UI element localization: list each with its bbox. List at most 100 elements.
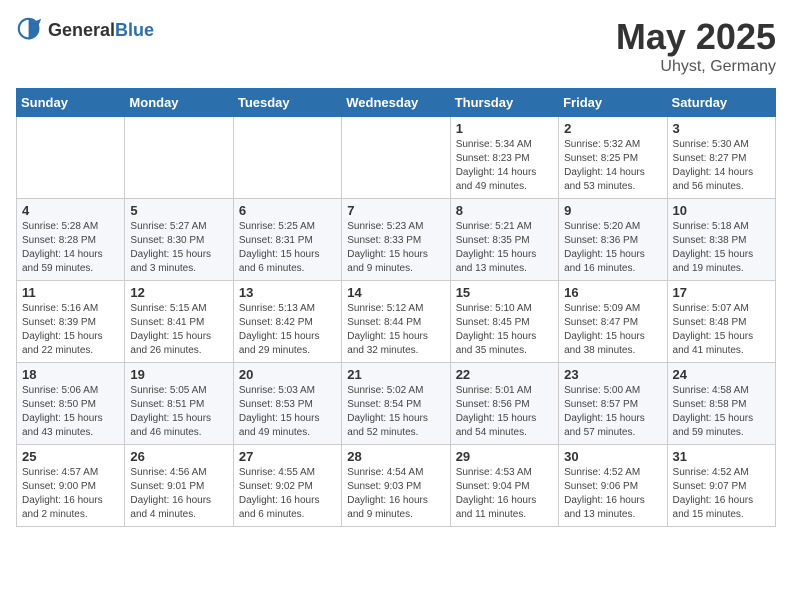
day-info: Sunrise: 4:55 AM Sunset: 9:02 PM Dayligh…: [239, 466, 336, 522]
calendar-day-23: 23 Sunrise: 5:00 AM Sunset: 8:57 PM Dayli…: [559, 363, 667, 445]
calendar-day-31: 31 Sunrise: 4:52 AM Sunset: 9:07 PM Dayli…: [667, 445, 775, 527]
day-info: Sunrise: 5:30 AM Sunset: 8:27 PM Dayligh…: [673, 138, 770, 194]
day-info: Sunrise: 5:09 AM Sunset: 8:47 PM Dayligh…: [564, 302, 661, 358]
day-number: 31: [673, 449, 770, 464]
day-info: Sunrise: 5:13 AM Sunset: 8:42 PM Dayligh…: [239, 302, 336, 358]
calendar-day-13: 13 Sunrise: 5:13 AM Sunset: 8:42 PM Dayli…: [233, 281, 341, 363]
calendar-day-26: 26 Sunrise: 4:56 AM Sunset: 9:01 PM Dayli…: [125, 445, 233, 527]
weekday-header-tuesday: Tuesday: [233, 89, 341, 117]
calendar-day-14: 14 Sunrise: 5:12 AM Sunset: 8:44 PM Dayli…: [342, 281, 450, 363]
calendar-day-1: 1Sunrise: 5:34 AM Sunset: 8:23 PM Daylig…: [450, 117, 558, 199]
calendar-day-4: 4Sunrise: 5:28 AM Sunset: 8:28 PM Daylig…: [17, 199, 125, 281]
day-info: Sunrise: 5:00 AM Sunset: 8:57 PM Dayligh…: [564, 384, 661, 440]
day-info: Sunrise: 5:12 AM Sunset: 8:44 PM Dayligh…: [347, 302, 444, 358]
calendar-empty-cell: [125, 117, 233, 199]
logo: GeneralBlue: [16, 16, 154, 44]
day-info: Sunrise: 5:05 AM Sunset: 8:51 PM Dayligh…: [130, 384, 227, 440]
day-number: 18: [22, 367, 119, 382]
calendar-header: SundayMondayTuesdayWednesdayThursdayFrid…: [17, 89, 776, 117]
calendar-week-5: 25Sunrise: 4:57 AM Sunset: 9:00 PM Dayli…: [17, 445, 776, 527]
day-info: Sunrise: 5:10 AM Sunset: 8:45 PM Dayligh…: [456, 302, 553, 358]
calendar-day-7: 7Sunrise: 5:23 AM Sunset: 8:33 PM Daylig…: [342, 199, 450, 281]
day-number: 21: [347, 367, 444, 382]
weekday-header-monday: Monday: [125, 89, 233, 117]
calendar-empty-cell: [17, 117, 125, 199]
day-number: 29: [456, 449, 553, 464]
day-number: 6: [239, 203, 336, 218]
weekday-header-friday: Friday: [559, 89, 667, 117]
day-info: Sunrise: 5:23 AM Sunset: 8:33 PM Dayligh…: [347, 220, 444, 276]
day-info: Sunrise: 4:54 AM Sunset: 9:03 PM Dayligh…: [347, 466, 444, 522]
calendar-week-1: 1Sunrise: 5:34 AM Sunset: 8:23 PM Daylig…: [17, 117, 776, 199]
day-number: 9: [564, 203, 661, 218]
day-info: Sunrise: 5:21 AM Sunset: 8:35 PM Dayligh…: [456, 220, 553, 276]
calendar-day-5: 5Sunrise: 5:27 AM Sunset: 8:30 PM Daylig…: [125, 199, 233, 281]
day-info: Sunrise: 4:56 AM Sunset: 9:01 PM Dayligh…: [130, 466, 227, 522]
day-number: 26: [130, 449, 227, 464]
calendar-day-6: 6 Sunrise: 5:25 AM Sunset: 8:31 PM Daylig…: [233, 199, 341, 281]
calendar-day-27: 27 Sunrise: 4:55 AM Sunset: 9:02 PM Dayli…: [233, 445, 341, 527]
day-number: 23: [564, 367, 661, 382]
day-number: 2: [564, 121, 661, 136]
day-number: 8: [456, 203, 553, 218]
day-number: 11: [22, 285, 119, 300]
weekday-header-row: SundayMondayTuesdayWednesdayThursdayFrid…: [17, 89, 776, 117]
day-info: Sunrise: 5:01 AM Sunset: 8:56 PM Dayligh…: [456, 384, 553, 440]
calendar-day-12: 12 Sunrise: 5:15 AM Sunset: 8:41 PM Dayli…: [125, 281, 233, 363]
day-info: Sunrise: 5:07 AM Sunset: 8:48 PM Dayligh…: [673, 302, 770, 358]
calendar-day-15: 15 Sunrise: 5:10 AM Sunset: 8:45 PM Dayli…: [450, 281, 558, 363]
day-info: Sunrise: 5:16 AM Sunset: 8:39 PM Dayligh…: [22, 302, 119, 358]
weekday-header-wednesday: Wednesday: [342, 89, 450, 117]
day-info: Sunrise: 5:32 AM Sunset: 8:25 PM Dayligh…: [564, 138, 661, 194]
day-number: 25: [22, 449, 119, 464]
calendar-day-28: 28 Sunrise: 4:54 AM Sunset: 9:03 PM Dayli…: [342, 445, 450, 527]
weekday-header-sunday: Sunday: [17, 89, 125, 117]
day-info: Sunrise: 5:15 AM Sunset: 8:41 PM Dayligh…: [130, 302, 227, 358]
day-number: 15: [456, 285, 553, 300]
day-number: 10: [673, 203, 770, 218]
day-number: 24: [673, 367, 770, 382]
calendar-day-16: 16 Sunrise: 5:09 AM Sunset: 8:47 PM Dayli…: [559, 281, 667, 363]
calendar-day-25: 25Sunrise: 4:57 AM Sunset: 9:00 PM Dayli…: [17, 445, 125, 527]
logo-text: GeneralBlue: [48, 20, 154, 41]
calendar-day-3: 3 Sunrise: 5:30 AM Sunset: 8:27 PM Daylig…: [667, 117, 775, 199]
day-number: 1: [456, 121, 553, 136]
calendar-day-29: 29 Sunrise: 4:53 AM Sunset: 9:04 PM Dayli…: [450, 445, 558, 527]
title-block: May 2025 Uhyst, Germany: [616, 16, 776, 76]
calendar-day-30: 30Sunrise: 4:52 AM Sunset: 9:06 PM Dayli…: [559, 445, 667, 527]
calendar-day-22: 22Sunrise: 5:01 AM Sunset: 8:56 PM Dayli…: [450, 363, 558, 445]
calendar-empty-cell: [342, 117, 450, 199]
calendar-day-18: 18Sunrise: 5:06 AM Sunset: 8:50 PM Dayli…: [17, 363, 125, 445]
calendar-day-17: 17 Sunrise: 5:07 AM Sunset: 8:48 PM Dayli…: [667, 281, 775, 363]
weekday-header-thursday: Thursday: [450, 89, 558, 117]
calendar-day-24: 24Sunrise: 4:58 AM Sunset: 8:58 PM Dayli…: [667, 363, 775, 445]
calendar-table: SundayMondayTuesdayWednesdayThursdayFrid…: [16, 88, 776, 527]
calendar-day-10: 10 Sunrise: 5:18 AM Sunset: 8:38 PM Dayli…: [667, 199, 775, 281]
day-info: Sunrise: 4:53 AM Sunset: 9:04 PM Dayligh…: [456, 466, 553, 522]
calendar-week-3: 11 Sunrise: 5:16 AM Sunset: 8:39 PM Dayli…: [17, 281, 776, 363]
day-info: Sunrise: 5:25 AM Sunset: 8:31 PM Dayligh…: [239, 220, 336, 276]
day-number: 16: [564, 285, 661, 300]
calendar-day-9: 9 Sunrise: 5:20 AM Sunset: 8:36 PM Daylig…: [559, 199, 667, 281]
calendar-day-20: 20Sunrise: 5:03 AM Sunset: 8:53 PM Dayli…: [233, 363, 341, 445]
day-number: 30: [564, 449, 661, 464]
calendar-day-2: 2 Sunrise: 5:32 AM Sunset: 8:25 PM Daylig…: [559, 117, 667, 199]
calendar-title: May 2025: [616, 16, 776, 58]
calendar-day-19: 19Sunrise: 5:05 AM Sunset: 8:51 PM Dayli…: [125, 363, 233, 445]
day-number: 14: [347, 285, 444, 300]
day-number: 27: [239, 449, 336, 464]
page-header: GeneralBlue May 2025 Uhyst, Germany: [16, 16, 776, 76]
weekday-header-saturday: Saturday: [667, 89, 775, 117]
calendar-day-8: 8 Sunrise: 5:21 AM Sunset: 8:35 PM Daylig…: [450, 199, 558, 281]
day-number: 12: [130, 285, 227, 300]
day-info: Sunrise: 4:52 AM Sunset: 9:07 PM Dayligh…: [673, 466, 770, 522]
day-info: Sunrise: 5:20 AM Sunset: 8:36 PM Dayligh…: [564, 220, 661, 276]
day-number: 3: [673, 121, 770, 136]
day-number: 13: [239, 285, 336, 300]
day-number: 28: [347, 449, 444, 464]
day-number: 17: [673, 285, 770, 300]
day-info: Sunrise: 5:18 AM Sunset: 8:38 PM Dayligh…: [673, 220, 770, 276]
day-number: 20: [239, 367, 336, 382]
day-info: Sunrise: 5:27 AM Sunset: 8:30 PM Dayligh…: [130, 220, 227, 276]
calendar-week-4: 18Sunrise: 5:06 AM Sunset: 8:50 PM Dayli…: [17, 363, 776, 445]
